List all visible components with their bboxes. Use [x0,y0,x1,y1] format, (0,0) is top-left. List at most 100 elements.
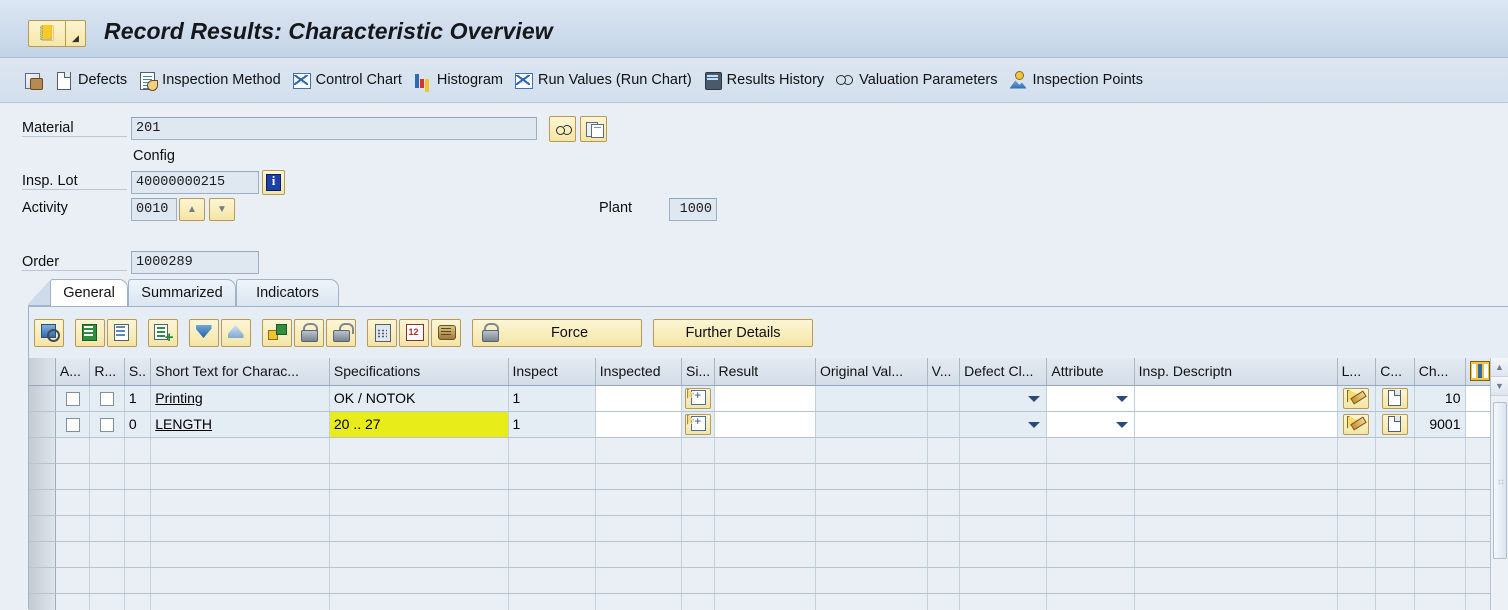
cell-a[interactable] [55,411,91,438]
grid-button-move-up[interactable] [221,318,251,347]
cell-empty[interactable] [1337,541,1377,568]
force-button[interactable]: Force [472,318,642,347]
grid-button-list-green[interactable] [75,318,105,347]
row-selector[interactable] [29,385,56,412]
cell-empty[interactable] [1134,541,1338,568]
cell-empty[interactable] [595,567,683,594]
cell-attribute[interactable] [1046,411,1135,438]
cell-empty[interactable] [329,437,509,464]
cell-empty[interactable] [1046,541,1135,568]
toolbar-button-histogram[interactable]: Histogram [411,65,512,95]
cell-empty[interactable] [714,437,817,464]
document-button[interactable] [1381,413,1408,435]
cell-empty[interactable] [55,541,91,568]
grid-button-add-row[interactable] [148,318,178,347]
cell-empty[interactable] [927,567,961,594]
row-selector[interactable] [29,463,56,490]
vertical-scrollbar[interactable]: ▲ ▼ [1490,358,1508,610]
scrollbar-thumb[interactable] [1493,402,1507,559]
cell-empty[interactable] [714,541,817,568]
cell-empty[interactable] [595,541,683,568]
cell-empty[interactable] [329,489,509,516]
col-header-result[interactable]: Result [714,358,817,386]
material-copy-button[interactable] [580,116,607,142]
cell-empty[interactable] [89,567,125,594]
cell-empty[interactable] [508,567,596,594]
cell-empty[interactable] [714,463,817,490]
cell-empty[interactable] [1134,515,1338,542]
cell-empty[interactable] [959,567,1048,594]
cell-empty[interactable] [508,515,596,542]
column-config-icon[interactable] [1470,361,1490,381]
cell-si[interactable] [681,385,715,412]
col-header-v[interactable]: V... [927,358,961,386]
cell-empty[interactable] [1046,489,1135,516]
cell-empty[interactable] [959,541,1048,568]
cell-empty[interactable] [714,593,817,610]
cell-empty[interactable] [1134,437,1338,464]
characteristics-table[interactable]: A... R... S.. Short Text for Charac... S… [29,358,1508,610]
cell-attribute[interactable] [1046,385,1135,412]
toolbar-button-defects-group[interactable] [22,65,52,95]
cell-empty[interactable] [508,437,596,464]
cell-empty[interactable] [681,463,715,490]
cell-empty[interactable] [1465,437,1492,464]
cell-empty[interactable] [89,593,125,610]
cell-empty[interactable] [959,515,1048,542]
cell-empty[interactable] [959,437,1048,464]
insert-result-button[interactable] [684,413,711,435]
cell-empty[interactable] [595,463,683,490]
tab-summarized[interactable]: Summarized [128,279,236,306]
col-header-original-val[interactable]: Original Val... [815,358,928,386]
cell-empty[interactable] [1337,437,1377,464]
chevron-down-icon[interactable] [1115,396,1128,403]
row-selector[interactable] [29,489,56,516]
cell-empty[interactable] [1465,567,1492,594]
cell-empty[interactable] [55,515,91,542]
dropdown-arrow-icon[interactable]: ◢ [66,24,85,44]
cell-empty[interactable] [329,593,509,610]
cell-empty[interactable] [55,463,91,490]
row-selector[interactable] [29,411,56,438]
cell-inspected[interactable] [595,411,683,438]
cell-defect-cl[interactable] [959,411,1048,438]
table-row-empty[interactable] [29,541,1492,568]
cell-empty[interactable] [150,437,330,464]
col-header-inspect[interactable]: Inspect [508,358,596,386]
cell-short-text[interactable]: LENGTH [150,411,330,438]
chevron-down-icon[interactable] [1115,422,1128,429]
cell-empty[interactable] [815,567,928,594]
cell-empty[interactable] [595,593,683,610]
insert-result-button[interactable] [684,387,711,409]
characteristic-link[interactable]: LENGTH [155,416,212,432]
cell-empty[interactable] [508,489,596,516]
cell-si[interactable] [681,411,715,438]
cell-empty[interactable] [329,567,509,594]
checkbox-a[interactable] [65,392,80,407]
cell-empty[interactable] [1046,515,1135,542]
cell-empty[interactable] [1375,437,1415,464]
table-row-empty[interactable] [29,437,1492,464]
activity-up-button[interactable]: ▲ [179,198,205,221]
col-header-insp-descriptn[interactable]: Insp. Descriptn [1134,358,1338,386]
cell-empty[interactable] [150,463,330,490]
cell-empty[interactable] [815,463,928,490]
cell-empty[interactable] [815,515,928,542]
cell-empty[interactable] [1134,463,1338,490]
tab-general[interactable]: General [50,279,128,306]
cell-empty[interactable] [714,515,817,542]
cell-empty[interactable] [124,515,152,542]
row-selector[interactable] [29,515,56,542]
cell-empty[interactable] [927,593,961,610]
cell-empty[interactable] [89,437,125,464]
cell-empty[interactable] [1375,567,1415,594]
cell-empty[interactable] [124,541,152,568]
cell-empty[interactable] [1375,489,1415,516]
window-menu-button[interactable]: 📒 ◢ [28,20,86,47]
checkbox-a[interactable] [65,418,80,433]
col-header-o[interactable]: O [1465,358,1492,386]
cell-l[interactable] [1337,411,1377,438]
col-header-ch[interactable]: Ch... [1414,358,1466,386]
long-text-button[interactable] [1343,413,1370,435]
cell-empty[interactable] [329,541,509,568]
